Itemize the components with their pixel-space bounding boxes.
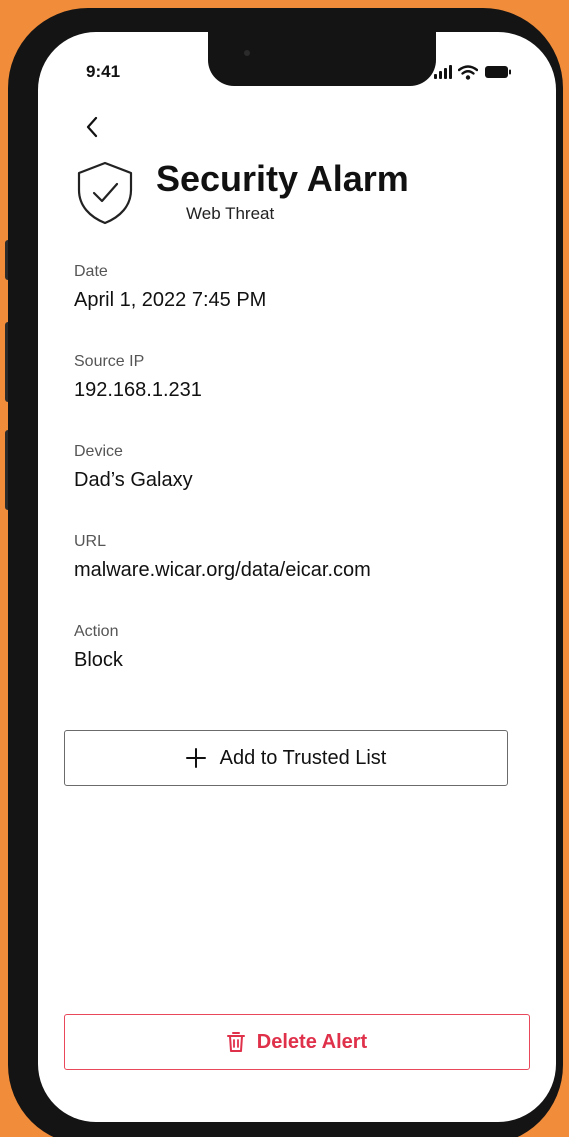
detail-value: Block xyxy=(74,649,123,671)
alarm-header: Security Alarm Web Threat xyxy=(74,158,514,238)
alert-details: Date April 1, 2022 7:45 PM Source IP 192… xyxy=(74,262,524,712)
plus-icon xyxy=(185,748,206,768)
battery-icon xyxy=(484,65,512,79)
add-to-trusted-list-button[interactable]: Add to Trusted List xyxy=(64,730,508,786)
phone-screen: 9:41 Security Alarm Web Threat Date Apri… xyxy=(38,32,556,1122)
detail-value: Dad’s Galaxy xyxy=(74,469,193,491)
phone-frame: 9:41 Security Alarm Web Threat Date Apri… xyxy=(8,8,563,1137)
page-subtitle: Web Threat xyxy=(186,204,275,223)
detail-label: URL xyxy=(74,533,107,550)
detail-action: Action Block xyxy=(74,622,524,712)
notch xyxy=(208,32,436,86)
detail-label: Source IP xyxy=(74,353,145,370)
status-icons xyxy=(434,62,524,82)
detail-value: 192.168.1.231 xyxy=(74,379,202,401)
wifi-icon xyxy=(458,64,478,80)
signal-icon xyxy=(434,65,452,79)
detail-value: malware.wicar.org/data/eicar.com xyxy=(74,559,371,581)
detail-date: Date April 1, 2022 7:45 PM xyxy=(74,262,524,352)
detail-source-ip: Source IP 192.168.1.231 xyxy=(74,352,524,442)
camera-dot xyxy=(244,50,250,56)
add-to-trusted-list-label: Add to Trusted List xyxy=(219,746,387,769)
back-button[interactable] xyxy=(78,112,106,142)
detail-label: Action xyxy=(74,623,119,640)
chevron-left-icon xyxy=(86,116,98,138)
page-title: Security Alarm xyxy=(156,158,409,199)
detail-value: April 1, 2022 7:45 PM xyxy=(74,289,267,311)
detail-url: URL malware.wicar.org/data/eicar.com xyxy=(74,532,524,622)
device-stage: 9:41 Security Alarm Web Threat Date Apri… xyxy=(0,0,569,1137)
detail-label: Date xyxy=(74,263,108,280)
delete-alert-label: Delete Alert xyxy=(256,1030,368,1053)
shield-check-icon xyxy=(77,161,133,225)
status-time: 9:41 xyxy=(86,62,121,81)
detail-label: Device xyxy=(74,443,123,460)
detail-device: Device Dad’s Galaxy xyxy=(74,442,524,532)
trash-icon xyxy=(226,1032,245,1052)
delete-alert-button[interactable]: Delete Alert xyxy=(64,1014,530,1070)
